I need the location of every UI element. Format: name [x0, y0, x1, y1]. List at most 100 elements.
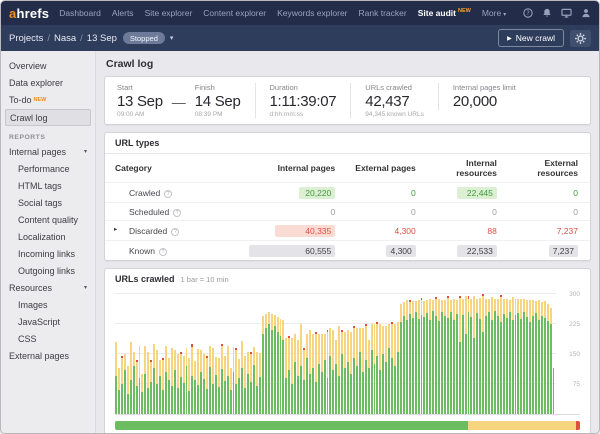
chart-bar: [344, 332, 346, 414]
bar-segment-3xx: [344, 332, 346, 368]
sidebar-item-javascript[interactable]: JavaScript: [1, 313, 95, 330]
nav-item-label: Rank tracker: [359, 8, 407, 18]
nav-item-site-audit[interactable]: Site auditNEW: [418, 8, 471, 18]
crawl-selector-chevron-down-icon[interactable]: ▾: [170, 34, 174, 42]
bar-segment-2xx: [218, 387, 220, 414]
bar-segment-2xx: [327, 378, 329, 414]
sidebar-item-resources[interactable]: Resources▾: [1, 279, 95, 296]
bar-segment-2xx: [186, 366, 188, 414]
bar-segment-2xx: [227, 376, 229, 414]
bar-segment-2xx: [459, 342, 461, 414]
ahrefs-logo[interactable]: ahrefs: [9, 6, 49, 21]
chart-bar: [435, 297, 437, 414]
sidebar-item-to-do[interactable]: To-doNEW: [1, 91, 95, 108]
chart-bar: [415, 301, 417, 414]
chart-bar: [473, 296, 475, 414]
bar-segment-2xx: [435, 316, 437, 414]
sidebar-item-images[interactable]: Images: [1, 296, 95, 313]
bar-segment-2xx: [168, 380, 170, 414]
bar-segment-3xx: [409, 302, 411, 314]
nav-item-rank-tracker[interactable]: Rank tracker: [359, 8, 407, 18]
chart-bar: [379, 324, 381, 414]
chart-bar: [529, 300, 531, 414]
nav-item-site-explorer[interactable]: Site explorer: [145, 8, 193, 18]
sidebar-item-label: Resources: [9, 283, 52, 293]
sidebar-item-localization[interactable]: Localization: [1, 228, 95, 245]
nav-item-more[interactable]: More▾: [482, 8, 506, 18]
chart-bar: [200, 350, 202, 414]
bar-segment-2xx: [221, 369, 223, 414]
sidebar-item-performance[interactable]: Performance: [1, 160, 95, 177]
stat-value: 20,000: [453, 93, 516, 110]
bar-segment-3xx: [309, 330, 311, 374]
info-icon[interactable]: ?: [171, 228, 179, 236]
info-icon[interactable]: ?: [159, 248, 167, 256]
bar-segment-3xx: [294, 334, 296, 362]
sidebar-item-outgoing-links[interactable]: Outgoing links: [1, 262, 95, 279]
breadcrumb-projects[interactable]: Projects: [9, 33, 43, 44]
bar-segment-3xx: [150, 362, 152, 382]
bar-segment-2xx: [547, 321, 549, 414]
new-crawl-button[interactable]: ▶New crawl: [498, 29, 564, 47]
sidebar-item-social-tags[interactable]: Social tags: [1, 194, 95, 211]
bar-segment-2xx: [259, 377, 261, 414]
expand-caret-icon[interactable]: ▸: [114, 225, 117, 233]
bar-segment-2xx: [538, 320, 540, 414]
bar-segment-2xx: [127, 394, 129, 414]
chart-bar: [515, 299, 517, 414]
help-icon[interactable]: ?: [523, 8, 533, 18]
account-icon[interactable]: [581, 8, 591, 18]
stat-label: URLs crawled: [365, 83, 424, 92]
bar-segment-3xx: [479, 298, 481, 319]
sidebar-item-incoming-links[interactable]: Incoming links: [1, 245, 95, 262]
sidebar-item-content-quality[interactable]: Content quality: [1, 211, 95, 228]
bar-segment-2xx: [359, 352, 361, 414]
bar-segment-2xx: [494, 311, 496, 414]
sidebar-item-overview[interactable]: Overview: [1, 57, 95, 74]
crawl-chart[interactable]: 75150225300: [115, 289, 580, 415]
settings-button[interactable]: [570, 30, 591, 47]
chart-bar: [335, 340, 337, 414]
bar-segment-2xx: [482, 332, 484, 414]
sidebar-item-internal-pages[interactable]: Internal pages▾: [1, 143, 95, 160]
chart-bar: [324, 334, 326, 414]
value-cell: 0: [428, 203, 509, 221]
bar-segment-3xx: [429, 299, 431, 320]
bar-segment-2xx: [277, 332, 279, 414]
bar-segment-3xx: [136, 362, 138, 386]
bar-segment-3xx: [144, 346, 146, 374]
bar-segment-2xx: [174, 370, 176, 414]
chart-bar: [385, 326, 387, 414]
sidebar-item-data-explorer[interactable]: Data explorer: [1, 74, 95, 91]
value-cell: 0: [509, 203, 590, 221]
bar-segment-2xx: [500, 322, 502, 414]
breadcrumb-13-sep[interactable]: 13 Sep: [87, 33, 117, 44]
row-label: Crawled: [129, 188, 160, 198]
chart-bar: [376, 322, 378, 414]
nav-item-keywords-explorer[interactable]: Keywords explorer: [277, 8, 347, 18]
nav-item-dashboard[interactable]: Dashboard: [59, 8, 101, 18]
chart-bar: [294, 334, 296, 414]
stat-value: 1:11:39:07: [270, 93, 337, 110]
sidebar-item-html-tags[interactable]: HTML tags: [1, 177, 95, 194]
chart-bar: [470, 299, 472, 414]
sidebar-item-crawl-log[interactable]: Crawl log: [5, 109, 91, 126]
bar-segment-3xx: [520, 299, 522, 319]
display-icon[interactable]: [561, 8, 572, 18]
notifications-icon[interactable]: [542, 8, 552, 18]
breadcrumb-nasa[interactable]: Nasa: [54, 33, 76, 44]
bar-segment-2xx: [165, 372, 167, 414]
bar-segment-3xx: [538, 300, 540, 319]
info-icon[interactable]: ?: [164, 190, 172, 198]
bar-segment-2xx: [379, 370, 381, 414]
chart-bar: [156, 350, 158, 414]
chart-bar: [388, 324, 390, 414]
nav-item-alerts[interactable]: Alerts: [112, 8, 134, 18]
bar-segment-2xx: [409, 314, 411, 414]
chart-bar: [121, 356, 123, 414]
sidebar-item-css[interactable]: CSS: [1, 330, 95, 347]
sidebar-item-external-pages[interactable]: External pages: [1, 347, 95, 364]
nav-item-content-explorer[interactable]: Content explorer: [203, 8, 266, 18]
bar-segment-2xx: [329, 356, 331, 414]
info-icon[interactable]: ?: [173, 209, 181, 217]
